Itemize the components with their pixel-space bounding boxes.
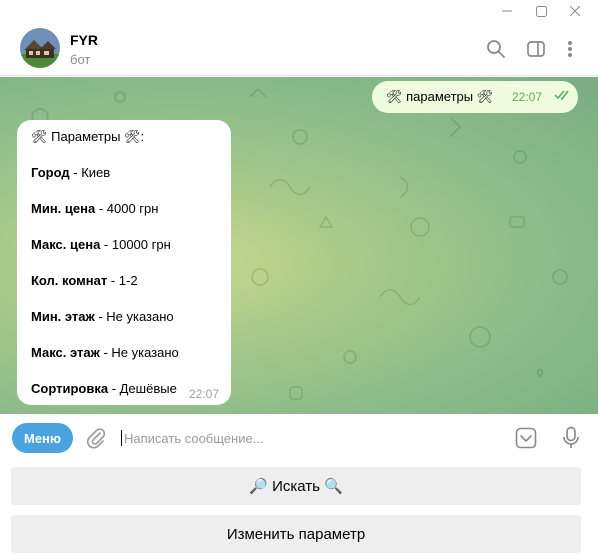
- change-parameter-button[interactable]: Изменить параметр: [11, 515, 581, 553]
- search-icon[interactable]: [484, 37, 508, 61]
- param-row: Мин. этаж - Не указано: [31, 309, 174, 324]
- param-value: - 1-2: [107, 273, 138, 288]
- message-input[interactable]: [124, 428, 494, 448]
- param-value: - 4000 грн: [95, 201, 159, 216]
- param-label: Макс. этаж: [31, 345, 100, 360]
- close-icon[interactable]: [561, 0, 589, 22]
- param-label: Кол. комнат: [31, 273, 108, 288]
- maximize-icon[interactable]: [527, 0, 555, 22]
- message-time: 22:07: [512, 90, 543, 104]
- message-text: 🛠 параметры 🛠: [386, 89, 494, 104]
- window-titlebar: [0, 0, 598, 22]
- minimize-icon[interactable]: [493, 0, 521, 22]
- param-row: Сортировка - Дешёвые: [31, 381, 177, 396]
- param-label: Сортировка: [31, 381, 109, 396]
- param-value: - Киев: [69, 165, 111, 180]
- param-label: Мин. этаж: [31, 309, 95, 324]
- microphone-icon[interactable]: [558, 425, 584, 451]
- attach-icon[interactable]: [84, 426, 108, 450]
- bot-keyboard-toggle-icon[interactable]: [514, 426, 538, 450]
- chat-history[interactable]: 🛠 параметры 🛠 22:07 🛠 Параметры 🛠: Город…: [0, 77, 598, 414]
- param-row: Город - Киев: [31, 165, 110, 180]
- message-time: 22:07: [189, 387, 220, 401]
- param-value: - Не указано: [99, 345, 179, 360]
- param-value: - Не указано: [94, 309, 174, 324]
- bot-menu-button[interactable]: Меню: [12, 423, 73, 453]
- chat-subtitle: бот: [70, 52, 91, 67]
- param-row: Макс. цена - 10000 грн: [31, 237, 171, 252]
- param-label: Город: [31, 165, 70, 180]
- outgoing-message[interactable]: 🛠 параметры 🛠 22:07: [372, 81, 578, 113]
- chat-title[interactable]: FYR: [70, 32, 98, 48]
- params-title: 🛠 Параметры 🛠:: [31, 129, 145, 144]
- param-value: - 10000 грн: [100, 237, 171, 252]
- incoming-message[interactable]: 🛠 Параметры 🛠: Город - Киев Мин. цена - …: [17, 120, 231, 405]
- read-checks-icon: [554, 89, 572, 104]
- more-vertical-icon[interactable]: [558, 37, 582, 61]
- param-label: Макс. цена: [31, 237, 101, 252]
- param-row: Макс. этаж - Не указано: [31, 345, 179, 360]
- avatar[interactable]: [20, 28, 60, 68]
- param-row: Мин. цена - 4000 грн: [31, 201, 158, 216]
- reply-keyboard: 🔎 Искать 🔍 Изменить параметр: [0, 462, 598, 554]
- param-value: - Дешёвые: [108, 381, 177, 396]
- chat-header: FYR бот: [0, 22, 598, 76]
- message-composer: Меню: [0, 414, 598, 462]
- search-button[interactable]: 🔎 Искать 🔍: [11, 467, 581, 505]
- param-label: Мин. цена: [31, 201, 96, 216]
- text-caret: [121, 430, 122, 446]
- sidebar-toggle-icon[interactable]: [524, 37, 548, 61]
- param-row: Кол. комнат - 1-2: [31, 273, 138, 288]
